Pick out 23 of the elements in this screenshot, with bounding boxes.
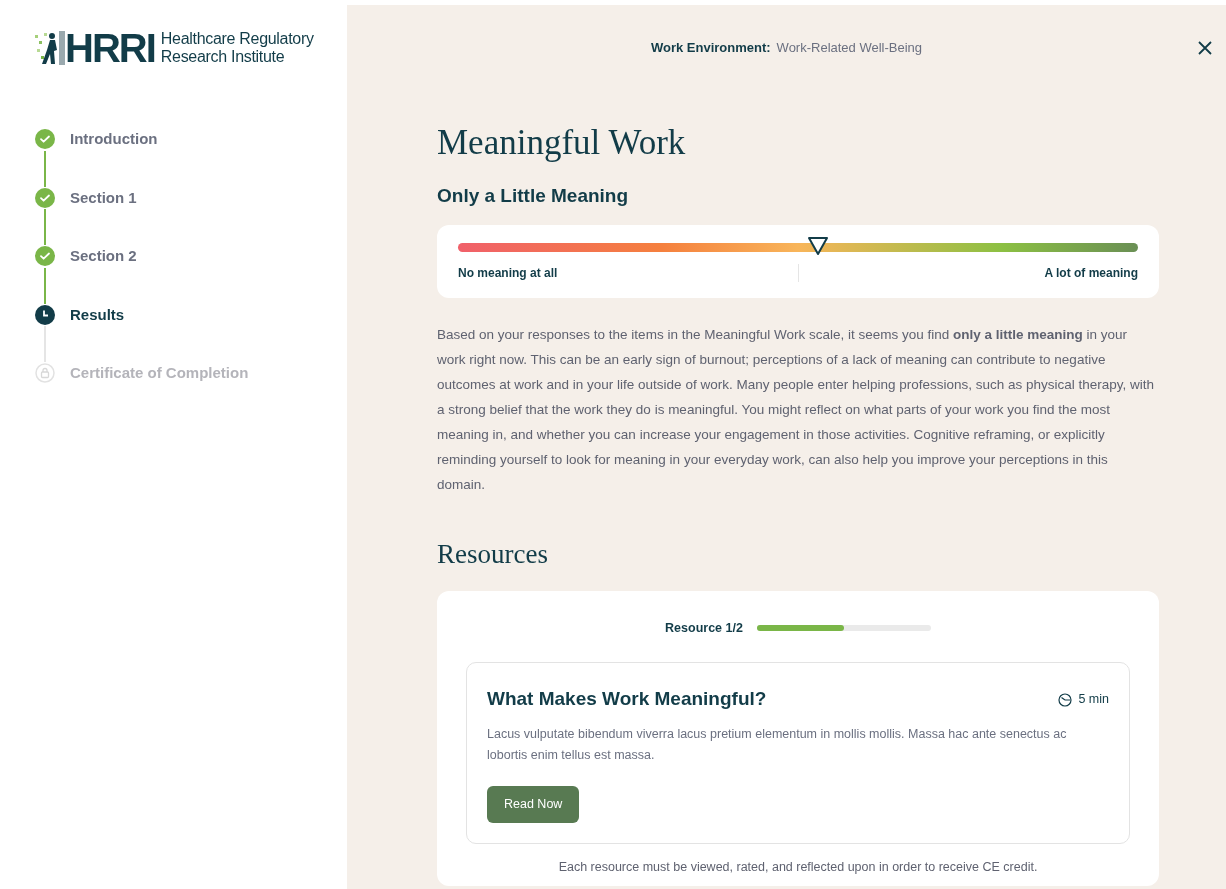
step-label[interactable]: Section 2	[70, 245, 137, 268]
topic-label: Work-Related Well-Being	[776, 39, 923, 58]
scale-max-label: A lot of meaning	[1044, 264, 1138, 282]
resource-description: Lacus vulputate bibendum viverra lacus pretium elementum in mollis mollis. Massa hac ante senectus ac lobortis enim tellus est massa.	[487, 725, 1068, 764]
read-now-button[interactable]: Read Now	[487, 785, 580, 823]
logo-mark: HRRI	[65, 28, 155, 68]
logo-text: Research Institute	[160, 48, 286, 66]
step-label[interactable]: Results	[70, 303, 125, 326]
resource-counter: Resource 1/2	[665, 619, 743, 637]
credit-note: Each resource must be viewed, rated, and reflected upon in order to receive CE credit.	[557, 858, 1039, 876]
clock-icon	[1058, 692, 1073, 707]
page-title: Meaningful Work	[437, 122, 687, 164]
duration-label: 5 min	[1078, 691, 1109, 709]
logo-text: Healthcare Regulatory	[160, 30, 314, 48]
resource-title: What Makes Work Meaningful?	[487, 687, 767, 712]
step-label[interactable]: Section 1	[70, 186, 137, 209]
result-description: Based on your responses to the items in the Meaningful Work scale, it seems you find only a little meaning in your work right now. This can be an early sign of burnout; perceptions of a lack of meaning can contribute to negative outcomes at work and in your life outside of work. Many people enter helping professions, such as physical therapy, with a strong belief that the work they do is meaningful. You might reflect on what parts of your work you find the most meaning in, and whether you can increase your engagement in those activities. Cognitive reframing, or explicitly reminding yourself to look for meaning in your everyday work, can also help you improve your perceptions in this domain.	[437, 325, 1156, 494]
result-label: Only a Little Meaning	[437, 184, 630, 208]
resources-heading: Resources	[437, 537, 549, 571]
scale-min-label: No meaning at all	[458, 264, 558, 282]
category-label: Work Environment:	[650, 39, 771, 58]
step-label[interactable]: Introduction	[70, 128, 158, 151]
runner-figure-icon	[35, 31, 65, 65]
